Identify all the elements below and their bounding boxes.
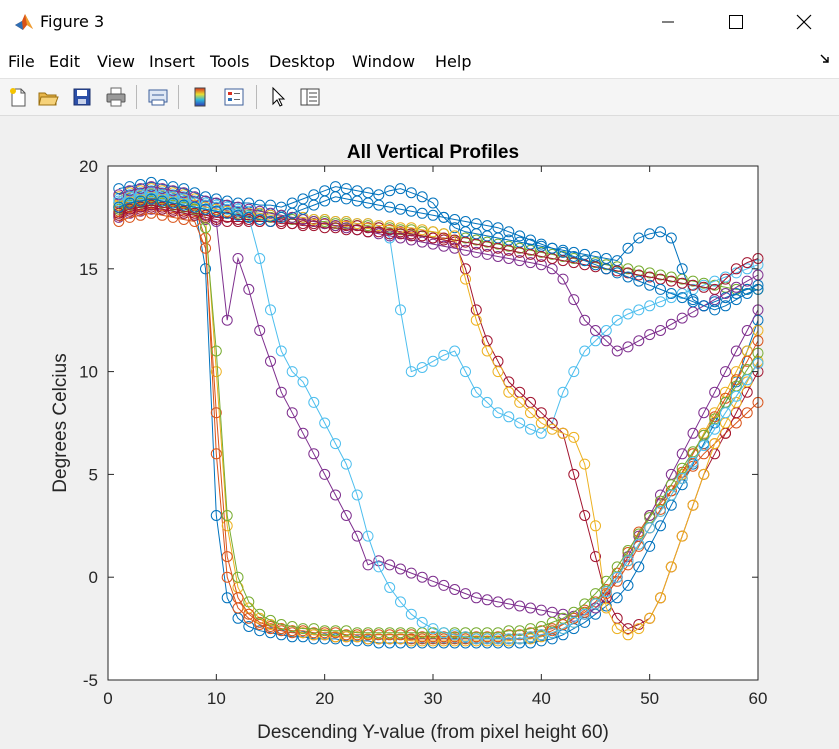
x-tick-label: 20	[315, 689, 334, 708]
x-tick-label: 40	[532, 689, 551, 708]
menu-insert[interactable]: Insert	[149, 52, 195, 71]
y-tick-label: 0	[89, 568, 98, 587]
pointer-icon	[272, 86, 286, 107]
edit-plot-button[interactable]	[264, 83, 292, 111]
x-tick-label: 30	[424, 689, 443, 708]
plot-svg: 0 10 20 30 40 50 60 -5 0 5 10 15 20 All Vertical Pro…	[50, 142, 768, 743]
print-button[interactable]	[102, 83, 130, 111]
menu-help[interactable]: Help	[435, 52, 471, 71]
menu-bar: File Edit View Insert Tools Desktop Wind…	[0, 44, 839, 79]
minimize-button[interactable]	[634, 0, 702, 44]
y-tick-label: 20	[79, 157, 98, 176]
x-axis-label: Descending Y-value (from pixel height 60…	[257, 722, 609, 743]
property-inspector-icon	[300, 88, 320, 106]
menu-file[interactable]: File	[8, 52, 35, 71]
close-icon	[796, 14, 812, 30]
window-titlebar: Figure 3	[0, 0, 839, 44]
property-inspector-button[interactable]	[296, 83, 324, 111]
figure-toolbar	[0, 79, 839, 116]
y-tick-label: -5	[83, 671, 98, 690]
menu-desktop[interactable]: Desktop	[269, 52, 335, 71]
print-preview-icon	[148, 89, 168, 106]
new-figure-icon	[10, 88, 26, 107]
window-title: Figure 3	[40, 12, 105, 31]
y-tick-label: 5	[89, 465, 98, 484]
legend-button[interactable]	[220, 83, 248, 111]
minimize-icon	[662, 21, 674, 23]
toolbar-separator	[136, 85, 137, 109]
x-tick-label: 60	[749, 689, 768, 708]
maximize-button[interactable]	[702, 0, 770, 44]
toolbar-separator	[256, 85, 257, 109]
toolbar-separator	[178, 85, 179, 109]
open-file-icon	[38, 92, 59, 106]
matlab-logo-icon	[15, 14, 33, 30]
open-file-button[interactable]	[34, 83, 62, 111]
print-icon	[106, 87, 126, 107]
maximize-icon	[729, 15, 743, 29]
figure-canvas: 0 10 20 30 40 50 60 -5 0 5 10 15 20 All Vertical Pro…	[0, 116, 839, 749]
close-button[interactable]	[770, 0, 838, 44]
colorbar-button[interactable]	[186, 83, 214, 111]
y-tick-label: 10	[79, 363, 98, 382]
new-figure-button[interactable]	[4, 83, 32, 111]
menu-view[interactable]: View	[97, 52, 135, 71]
x-tick-label: 50	[640, 689, 659, 708]
save-icon	[73, 88, 91, 106]
legend-icon	[224, 88, 244, 106]
chart-title: All Vertical Profiles	[347, 142, 519, 163]
y-tick-label: 15	[79, 260, 98, 279]
save-button[interactable]	[68, 83, 96, 111]
x-tick-label: 10	[207, 689, 226, 708]
menu-window[interactable]: Window	[352, 52, 415, 71]
dock-arrow-icon[interactable]	[819, 52, 831, 66]
x-tick-label: 0	[103, 689, 112, 708]
print-preview-button[interactable]	[144, 83, 172, 111]
menu-edit[interactable]: Edit	[49, 52, 80, 71]
colorbar-icon	[194, 87, 206, 107]
menu-tools[interactable]: Tools	[210, 52, 249, 71]
y-axis-label: Degrees Celcius	[50, 353, 71, 492]
